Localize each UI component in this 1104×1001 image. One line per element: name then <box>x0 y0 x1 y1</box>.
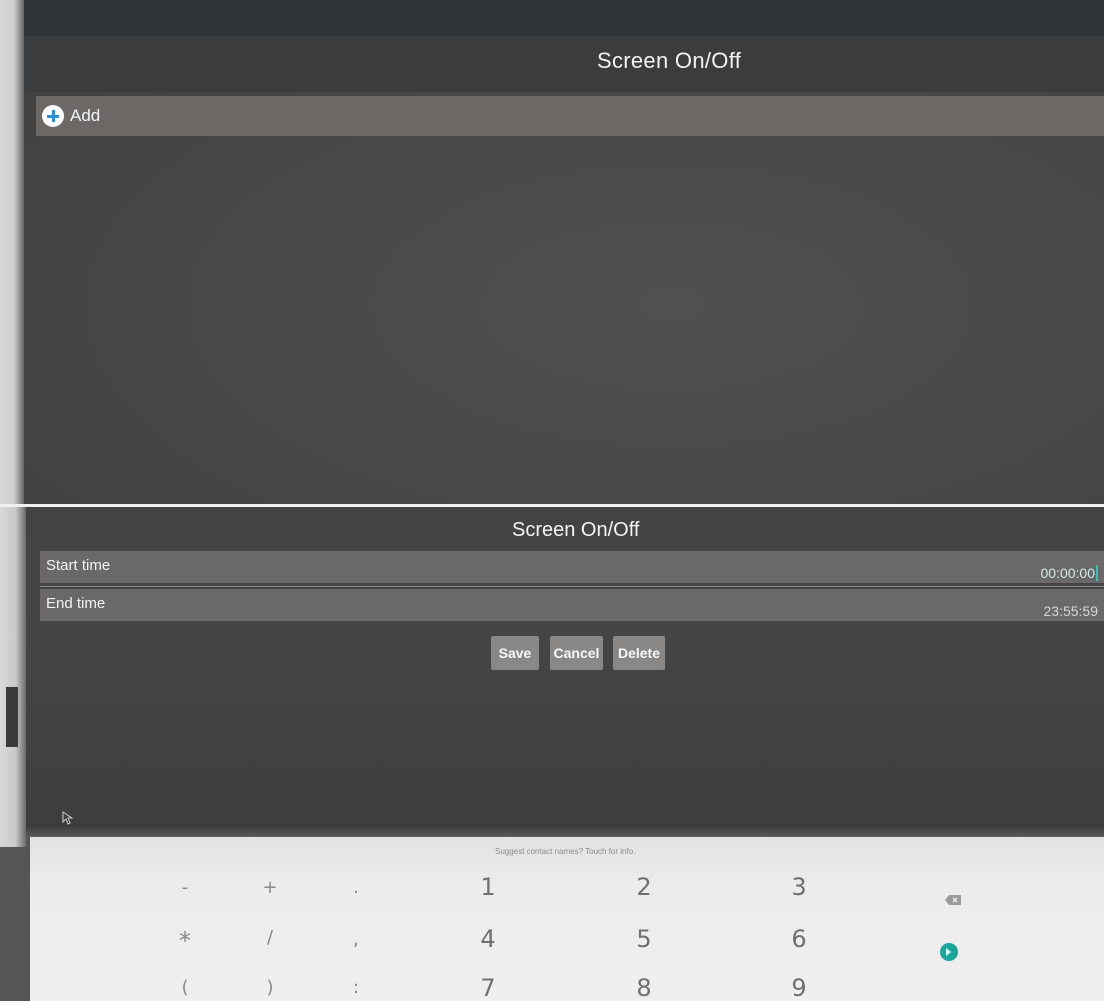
backspace-icon[interactable] <box>945 895 961 905</box>
key-3[interactable]: 3 <box>791 873 806 901</box>
key-open-paren[interactable]: ( <box>181 977 188 998</box>
key-colon[interactable]: : <box>353 977 359 998</box>
save-button[interactable]: Save <box>491 636 539 670</box>
start-time-field[interactable]: 00:00:00 <box>1041 565 1098 581</box>
key-2[interactable]: 2 <box>636 873 651 901</box>
delete-button[interactable]: Delete <box>613 636 665 670</box>
page-title: Screen On/Off <box>512 519 640 541</box>
status-bar <box>24 0 1104 36</box>
key-comma[interactable]: , <box>353 929 359 950</box>
key-9[interactable]: 9 <box>791 974 806 1001</box>
key-6[interactable]: 6 <box>791 925 806 953</box>
end-time-row[interactable]: End time 23:55:59 <box>40 589 1104 621</box>
add-row[interactable]: Add <box>36 96 1104 136</box>
keyboard-suggestion[interactable]: Suggest contact names? Touch for info. <box>495 847 635 856</box>
cancel-button[interactable]: Cancel <box>550 636 603 670</box>
key-close-paren[interactable]: ) <box>266 977 273 998</box>
key-8[interactable]: 8 <box>636 974 651 1001</box>
screen-list-view: Screen On/Off Add <box>0 0 1104 504</box>
key-minus[interactable]: - <box>182 877 189 898</box>
plus-circle-icon <box>42 105 64 127</box>
key-5[interactable]: 5 <box>636 925 651 953</box>
end-time-field[interactable]: 23:55:59 <box>1044 603 1099 619</box>
mouse-pointer-icon <box>62 811 74 825</box>
key-slash[interactable]: / <box>267 927 273 948</box>
key-7[interactable]: 7 <box>480 974 495 1001</box>
key-4[interactable]: 4 <box>480 925 495 953</box>
text-cursor <box>1096 565 1098 581</box>
title-bar <box>24 36 1104 92</box>
start-time-row[interactable]: Start time 00:00:00 <box>40 551 1104 587</box>
key-plus[interactable]: + <box>262 877 277 898</box>
key-period[interactable]: . <box>353 877 359 898</box>
go-icon[interactable] <box>940 943 958 961</box>
key-asterisk[interactable]: * <box>179 927 191 955</box>
page-title: Screen On/Off <box>597 48 742 73</box>
end-time-label: End time <box>46 595 106 612</box>
add-button[interactable]: Add <box>42 105 100 127</box>
on-screen-keyboard: Suggest contact names? Touch for info. -… <box>30 837 1104 1001</box>
screen-edit-view: Screen On/Off Start time 00:00:00 End ti… <box>0 507 1104 1001</box>
add-label: Add <box>70 106 101 125</box>
key-1[interactable]: 1 <box>480 873 495 901</box>
start-time-label: Start time <box>46 557 111 574</box>
monitor-edge <box>0 507 26 847</box>
